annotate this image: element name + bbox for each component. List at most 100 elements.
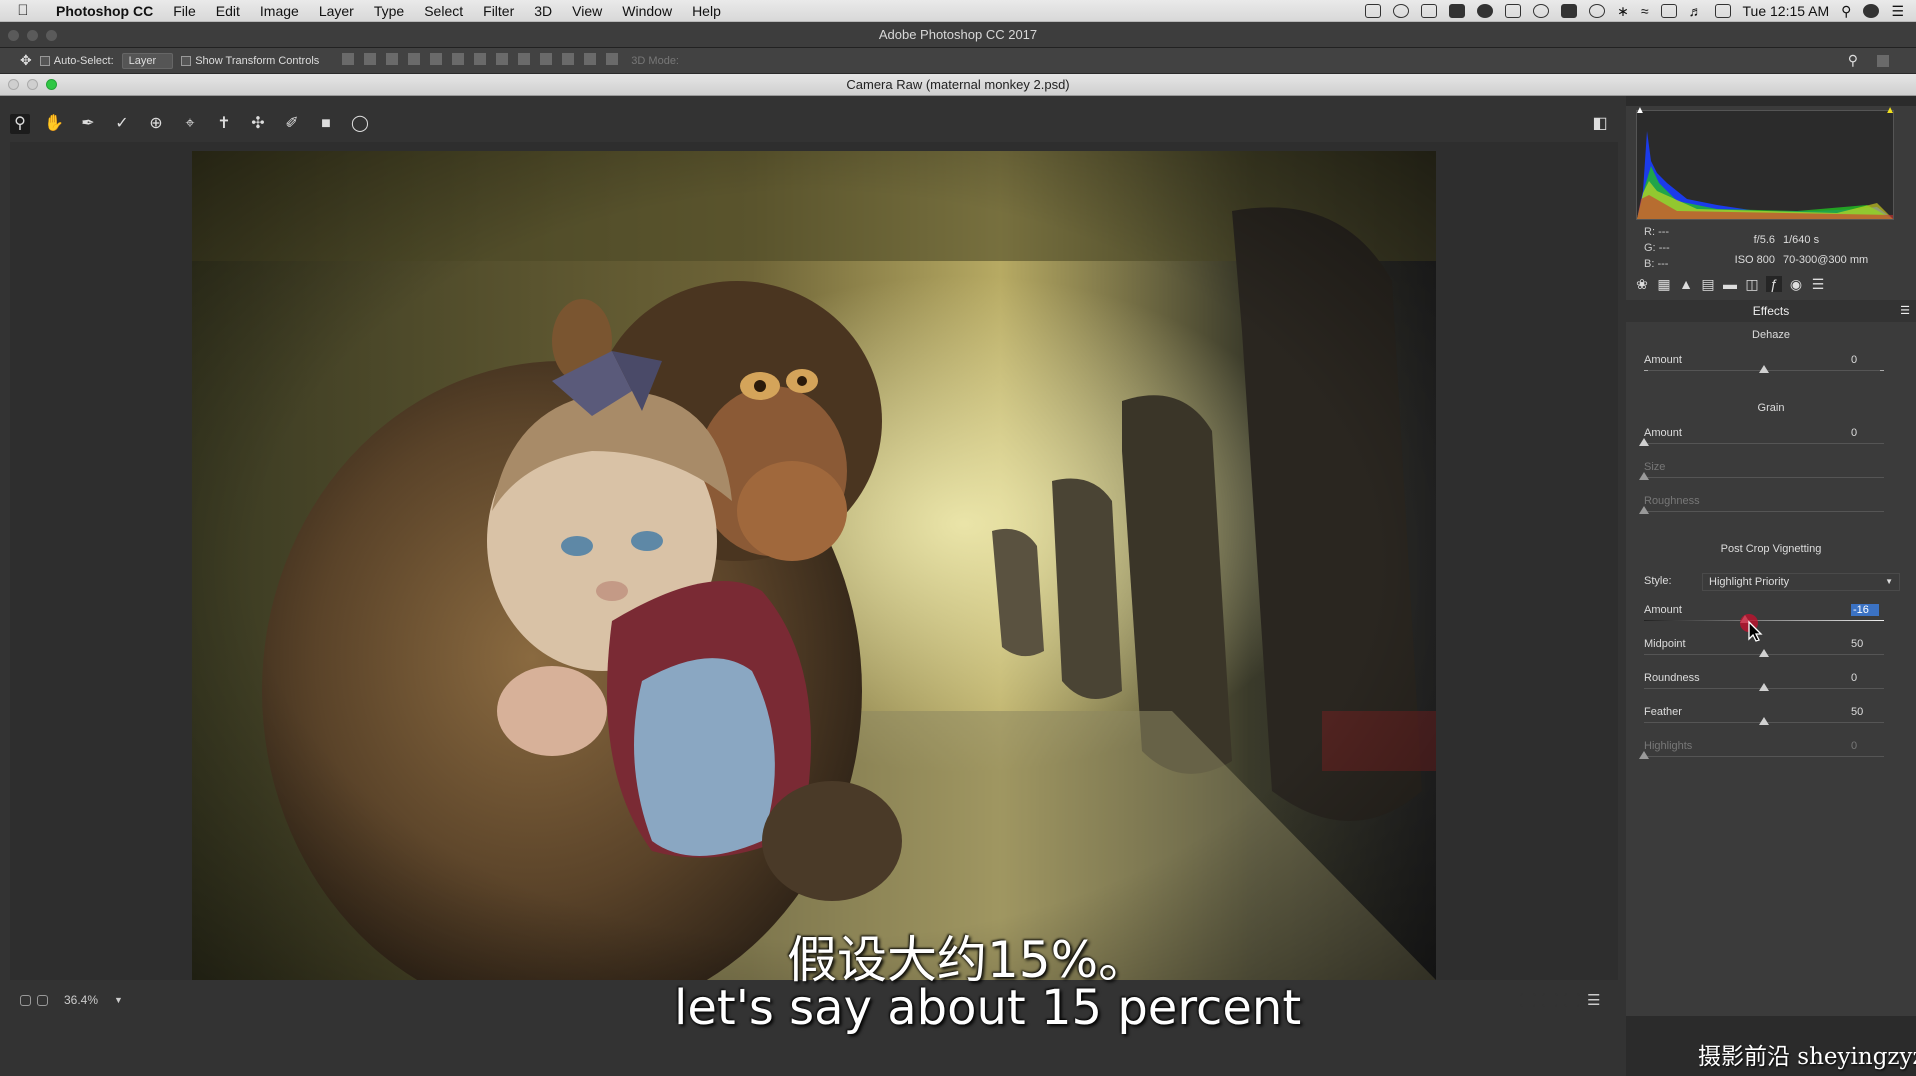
keyboard-icon[interactable] — [1714, 4, 1731, 18]
menu-layer[interactable]: Layer — [309, 3, 364, 19]
dehaze-amount-value[interactable]: 0 — [1851, 354, 1879, 366]
sync-icon[interactable] — [1533, 4, 1550, 18]
align-right-icon[interactable] — [452, 53, 465, 65]
fullscreen-toggle-icon[interactable]: ◧ — [1590, 114, 1610, 134]
display-icon[interactable] — [1421, 4, 1438, 18]
time-machine-icon[interactable] — [1589, 4, 1606, 18]
align-bottom-icon[interactable] — [386, 53, 399, 65]
zoom-window-button[interactable] — [46, 30, 57, 41]
tab-lens-corrections-icon[interactable]: ◫ — [1744, 276, 1760, 292]
tab-hsl-icon[interactable]: ▤ — [1700, 276, 1716, 292]
tab-presets-icon[interactable]: ☰ — [1810, 276, 1826, 292]
vignette-feather-value[interactable]: 50 — [1851, 706, 1879, 718]
vignette-feather-thumb[interactable] — [1759, 717, 1769, 725]
swap-settings-icon[interactable] — [1542, 993, 1558, 1007]
zoom-dropdown-icon[interactable]: ▼ — [114, 995, 123, 1005]
checklist-icon[interactable] — [1505, 4, 1522, 18]
dialog-minimize-button[interactable] — [27, 79, 38, 90]
zoom-out-icon[interactable] — [20, 994, 31, 1006]
menu-type[interactable]: Type — [364, 3, 414, 19]
vignette-amount-value[interactable]: -16 — [1851, 604, 1879, 616]
distribute-top-icon[interactable] — [474, 53, 487, 65]
menu-help[interactable]: Help — [682, 3, 731, 19]
tab-tone-curve-icon[interactable]: ▦ — [1656, 276, 1672, 292]
dialog-zoom-button[interactable] — [46, 79, 57, 90]
menu-view[interactable]: View — [562, 3, 612, 19]
targeted-adjustment-tool-icon[interactable]: ⊕ — [146, 114, 166, 134]
vignette-midpoint-thumb[interactable] — [1759, 649, 1769, 657]
vignette-midpoint-value[interactable]: 50 — [1851, 638, 1879, 650]
grid-icon[interactable] — [1561, 4, 1578, 18]
notification-center-icon[interactable]: ☰ — [1891, 3, 1904, 20]
airplay-icon[interactable] — [1660, 4, 1677, 18]
dehaze-amount-thumb[interactable] — [1759, 365, 1769, 373]
menu-app-name[interactable]: Photoshop CC — [46, 3, 163, 19]
zoom-tool-icon[interactable]: ⚲ — [10, 114, 30, 134]
menu-window[interactable]: Window — [612, 3, 682, 19]
before-after-y-icon[interactable] — [1520, 993, 1536, 1007]
align-top-icon[interactable] — [342, 53, 355, 65]
align-left-icon[interactable] — [408, 53, 421, 65]
crop-tool-icon[interactable]: ⌖ — [180, 114, 200, 134]
bluetooth-icon[interactable]: ∗ — [1617, 3, 1629, 20]
tab-camera-calibration-icon[interactable]: ◉ — [1788, 276, 1804, 292]
grain-amount-value[interactable]: 0 — [1851, 427, 1879, 439]
close-window-button[interactable] — [8, 30, 19, 41]
menu-filter[interactable]: Filter — [473, 3, 524, 19]
grain-amount-thumb[interactable] — [1639, 438, 1649, 446]
zoom-level[interactable]: 36.4% — [64, 993, 98, 1007]
graduated-filter-icon[interactable]: ■ — [316, 114, 336, 134]
vignette-style-dropdown[interactable]: Highlight Priority ▼ — [1702, 573, 1900, 591]
wifi-icon[interactable]: ≈ — [1641, 3, 1649, 19]
minimize-window-button[interactable] — [27, 30, 38, 41]
volume-icon[interactable]: ♬ — [1689, 3, 1703, 19]
search-icon[interactable]: ⚲ — [1848, 52, 1858, 69]
distribute-left-icon[interactable] — [540, 53, 553, 65]
menu-edit[interactable]: Edit — [206, 3, 250, 19]
align-vcenter-icon[interactable] — [364, 53, 377, 65]
move-tool-icon[interactable]: ✥ — [20, 52, 32, 69]
tab-detail-icon[interactable]: ▲ — [1678, 276, 1694, 292]
dropbox-icon[interactable] — [1449, 4, 1466, 18]
grain-amount-slider[interactable]: Amount 0 — [1639, 427, 1899, 451]
notification-icon[interactable] — [1477, 4, 1494, 18]
vignette-roundness-thumb[interactable] — [1759, 683, 1769, 691]
transform-controls-checkbox[interactable]: Show Transform Controls — [181, 55, 319, 67]
shadow-clipping-icon[interactable]: ▲ — [1635, 105, 1645, 116]
tab-split-toning-icon[interactable]: ▬ — [1722, 276, 1738, 292]
menu-select[interactable]: Select — [414, 3, 473, 19]
creative-cloud-icon[interactable] — [1393, 4, 1410, 18]
workspace-icon[interactable] — [1877, 54, 1889, 67]
auto-select-dropdown[interactable]: Layer — [121, 52, 174, 69]
apple-icon[interactable]:  — [0, 2, 46, 19]
dialog-close-button[interactable] — [8, 79, 19, 90]
tab-basic-icon[interactable]: ❀ — [1634, 276, 1650, 292]
vignette-roundness-value[interactable]: 0 — [1851, 672, 1879, 684]
dehaze-amount-slider[interactable]: Amount 0 — [1644, 354, 1899, 378]
copy-settings-icon[interactable] — [1564, 993, 1580, 1007]
siri-icon[interactable] — [1863, 4, 1880, 18]
menu-file[interactable]: File — [163, 3, 206, 19]
menu-image[interactable]: Image — [250, 3, 309, 19]
straighten-tool-icon[interactable]: ✝ — [214, 114, 234, 134]
vignette-feather-slider[interactable]: Feather 50 — [1644, 706, 1899, 730]
clock-text[interactable]: Tue 12:15 AM — [1743, 3, 1830, 19]
panel-menu-icon[interactable]: ☰ — [1900, 300, 1910, 322]
menu-3d[interactable]: 3D — [524, 3, 562, 19]
preview-preferences-icon[interactable]: ☰ — [1587, 991, 1600, 1009]
grain-amount-track[interactable] — [1644, 443, 1884, 444]
highlight-clipping-icon[interactable]: ▲ — [1885, 105, 1895, 116]
white-balance-tool-icon[interactable]: ✒ — [78, 114, 98, 134]
vignette-midpoint-slider[interactable]: Midpoint 50 — [1644, 638, 1899, 662]
distribute-hcenter-icon[interactable] — [562, 53, 575, 65]
vignette-roundness-slider[interactable]: Roundness 0 — [1644, 672, 1899, 696]
distribute-vcenter-icon[interactable] — [496, 53, 509, 65]
auto-select-checkbox[interactable]: Auto-Select: — [39, 55, 114, 67]
radial-filter-icon[interactable]: ◯ — [350, 114, 370, 134]
adjustment-brush-icon[interactable]: ✐ — [282, 114, 302, 134]
tab-effects-icon[interactable]: ƒ — [1766, 276, 1782, 292]
distribute-bottom-icon[interactable] — [518, 53, 531, 65]
vignette-amount-slider[interactable]: Amount -16 — [1644, 604, 1899, 628]
align-hcenter-icon[interactable] — [430, 53, 443, 65]
zoom-in-icon[interactable] — [37, 994, 48, 1006]
